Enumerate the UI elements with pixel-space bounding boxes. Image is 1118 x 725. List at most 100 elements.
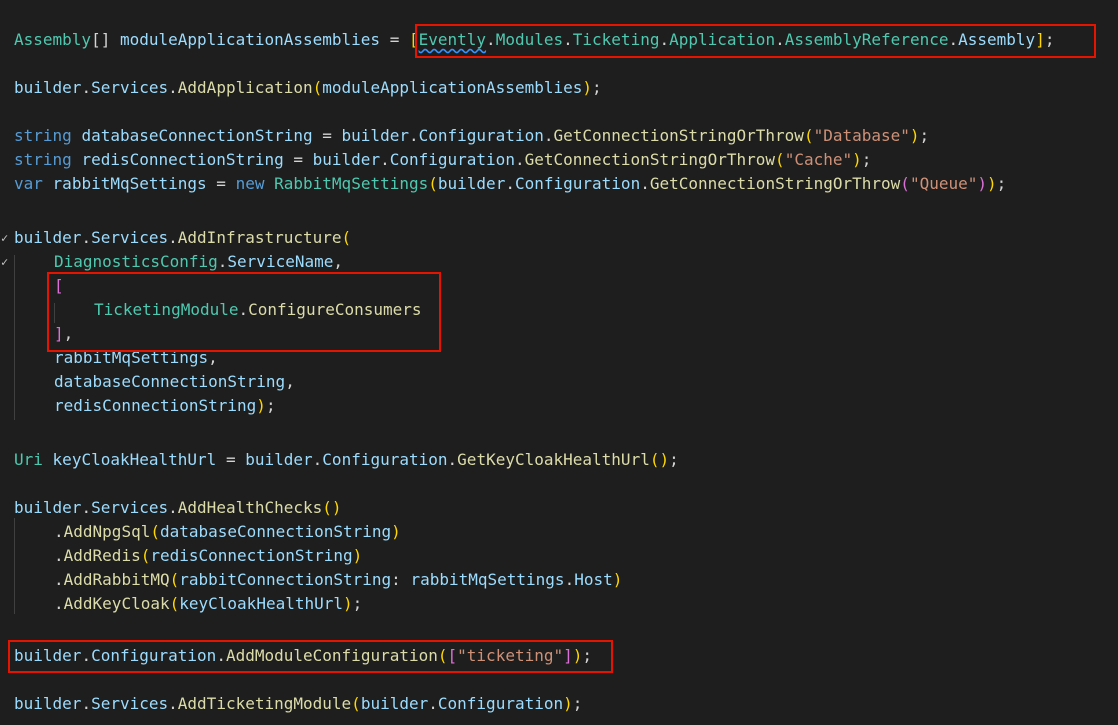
token: Evently — [418, 30, 487, 49]
token: ) — [909, 126, 920, 145]
token: [] — [91, 30, 111, 49]
token: AddRedis — [63, 546, 141, 565]
token: AddRabbitMQ — [63, 570, 170, 589]
token: . — [948, 30, 959, 49]
token: var — [14, 174, 43, 193]
token: . — [168, 694, 178, 713]
token: GetConnectionStringOrThrow — [649, 174, 901, 193]
indent-guide — [14, 255, 15, 420]
token: . — [168, 498, 178, 517]
code-line-9[interactable]: TicketingModule.ConfigureConsumers — [94, 298, 422, 322]
token: . — [217, 252, 228, 271]
code-line-17[interactable]: .AddRedis(redisConnectionString) — [54, 544, 362, 568]
token: Ticketing — [572, 30, 660, 49]
token: ] — [563, 646, 573, 665]
token: ) — [343, 594, 353, 613]
token: ( — [437, 646, 448, 665]
token: ( — [803, 126, 814, 145]
code-line-16[interactable]: .AddNpgSql(databaseConnectionString) — [54, 520, 401, 544]
token: ] — [54, 324, 64, 343]
token: , — [285, 372, 295, 391]
token: string — [14, 150, 72, 169]
token: redisConnectionString — [54, 396, 257, 415]
code-line-3[interactable]: string databaseConnectionString = builde… — [14, 124, 929, 148]
token: . — [428, 694, 438, 713]
token: . — [54, 570, 64, 589]
token: Uri — [14, 450, 43, 469]
code-line-8[interactable]: [ — [54, 274, 64, 298]
token: ; — [265, 396, 276, 415]
token: Services — [91, 228, 169, 247]
token: [ — [447, 646, 458, 665]
token: [ — [408, 30, 419, 49]
token: rabbitMqSettings — [410, 570, 565, 589]
token: . — [216, 646, 226, 665]
token: "Database" — [813, 126, 910, 145]
token: Application — [669, 30, 776, 49]
code-line-1[interactable]: Assembly[] moduleApplicationAssemblies =… — [14, 28, 1054, 52]
token: AddNpgSql — [63, 522, 151, 541]
code-line-15[interactable]: builder.Services.AddHealthChecks() — [14, 496, 342, 520]
code-line-4[interactable]: string redisConnectionString = builder.C… — [14, 148, 871, 172]
token: Configuration — [437, 694, 564, 713]
token: databaseConnectionString — [54, 372, 286, 391]
token: . — [168, 228, 178, 247]
token: builder — [360, 694, 429, 713]
token: builder — [14, 78, 82, 97]
token: ; — [582, 646, 593, 665]
code-line-19[interactable]: .AddKeyCloak(keyCloakHealthUrl); — [54, 592, 362, 616]
code-line-14[interactable]: Uri keyCloakHealthUrl = builder.Configur… — [14, 448, 679, 472]
token: ; — [919, 126, 930, 145]
code-line-11[interactable]: rabbitMqSettings, — [54, 346, 218, 370]
code-line-2[interactable]: builder.Services.AddApplication(moduleAp… — [14, 76, 602, 100]
token: . — [659, 30, 670, 49]
token: . — [54, 546, 64, 565]
code-line-5[interactable]: var rabbitMqSettings = new RabbitMqSetti… — [14, 172, 1006, 196]
token: = — [312, 126, 342, 145]
code-editor[interactable]: ✓ ✓ Assembly[] moduleApplicationAssembli… — [0, 0, 1118, 725]
token: builder — [14, 646, 82, 665]
token: ; — [572, 694, 583, 713]
token: ServiceName — [227, 252, 334, 271]
token: ; — [861, 150, 872, 169]
fold-chevron-icon[interactable]: ✓ — [1, 226, 11, 250]
token: keyCloakHealthUrl — [52, 450, 217, 469]
token: . — [54, 522, 64, 541]
token: rabbitMqSettings — [54, 348, 209, 367]
code-line-12[interactable]: databaseConnectionString, — [54, 370, 295, 394]
token: Configuration — [91, 646, 217, 665]
token: . — [81, 228, 92, 247]
token: = — [216, 450, 246, 469]
token: ( — [150, 522, 160, 541]
code-line-20[interactable]: builder.Configuration.AddModuleConfigura… — [14, 644, 592, 668]
code-line-7[interactable]: DiagnosticsConfig.ServiceName, — [54, 250, 343, 274]
token: builder — [14, 498, 82, 517]
token: ) — [987, 174, 997, 193]
token: Services — [91, 78, 169, 97]
token: ) — [391, 522, 401, 541]
code-line-6[interactable]: builder.Services.AddInfrastructure( — [14, 226, 351, 250]
code-line-18[interactable]: .AddRabbitMQ(rabbitConnectionString: rab… — [54, 568, 622, 592]
token: = — [283, 150, 313, 169]
token: builder — [341, 126, 409, 145]
token: rabbitConnectionString — [179, 570, 392, 589]
token: Configuration — [322, 450, 448, 469]
token: databaseConnectionString — [81, 126, 313, 145]
token: AddModuleConfiguration — [225, 646, 438, 665]
fold-chevron-icon[interactable]: ✓ — [1, 250, 11, 274]
token: ) — [659, 450, 670, 469]
code-line-10[interactable]: ], — [54, 322, 73, 346]
code-line-13[interactable]: redisConnectionString); — [54, 394, 276, 418]
token: databaseConnectionString — [159, 522, 392, 541]
token: AssemblyReference — [784, 30, 949, 49]
token: "ticketing" — [457, 646, 564, 665]
token: ) — [352, 546, 363, 565]
token: . — [447, 450, 458, 469]
token: redisConnectionString — [150, 546, 353, 565]
token: AddInfrastructure — [177, 228, 342, 247]
token: . — [563, 30, 573, 49]
code-line-21[interactable]: builder.Services.AddTicketingModule(buil… — [14, 692, 582, 716]
token: ConfigureConsumers — [248, 300, 422, 319]
token: . — [640, 174, 650, 193]
token: builder — [14, 228, 82, 247]
